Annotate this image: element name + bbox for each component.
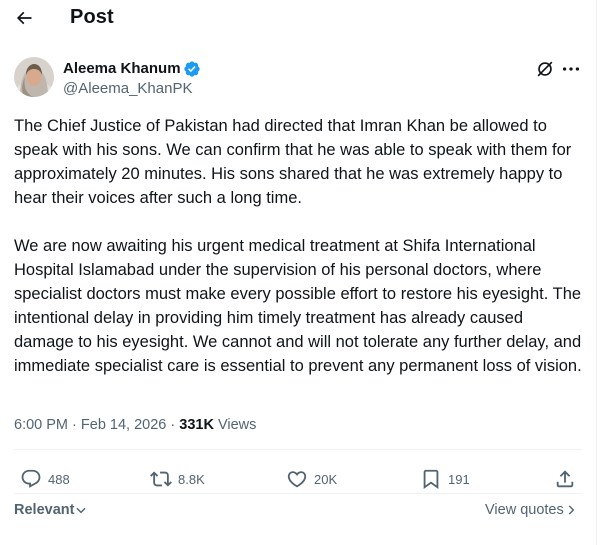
repost-count: 8.8K bbox=[178, 471, 205, 487]
author-handle[interactable]: @Aleema_KhanPK bbox=[63, 80, 192, 97]
author-name[interactable]: Aleema Khanum bbox=[63, 60, 181, 77]
grok-icon[interactable] bbox=[534, 58, 556, 80]
avatar-image bbox=[14, 57, 54, 97]
verified-badge-icon bbox=[184, 61, 200, 77]
page-title: Post bbox=[70, 6, 114, 28]
column-border bbox=[596, 0, 597, 545]
repost-icon bbox=[150, 471, 172, 487]
more-icon[interactable] bbox=[560, 58, 582, 80]
view-quotes-link[interactable]: View quotes bbox=[485, 502, 578, 518]
back-button[interactable] bbox=[8, 2, 40, 34]
sort-replies-button[interactable]: Relevant bbox=[14, 502, 88, 518]
post-meta: 6:00 PM · Feb 14, 2026 · 331K Views bbox=[14, 417, 256, 433]
like-icon bbox=[287, 471, 307, 488]
views-label: Views bbox=[217, 417, 257, 433]
bookmark-button[interactable]: 191 bbox=[420, 467, 470, 491]
post-date[interactable]: Feb 14, 2026 bbox=[81, 417, 166, 433]
post-time[interactable]: 6:00 PM bbox=[14, 417, 68, 433]
avatar[interactable] bbox=[14, 57, 54, 97]
share-button[interactable] bbox=[554, 467, 576, 491]
divider bbox=[14, 449, 582, 450]
like-count: 20K bbox=[314, 471, 338, 487]
reply-count: 488 bbox=[48, 471, 70, 487]
sort-label: Relevant bbox=[14, 502, 75, 518]
divider bbox=[14, 493, 582, 494]
post-header: Post bbox=[0, 0, 596, 40]
tweet-paragraph: We are now awaiting his urgent medical t… bbox=[14, 237, 582, 375]
reply-button[interactable]: 488 bbox=[20, 467, 70, 491]
meta-separator: · bbox=[170, 417, 176, 433]
like-button[interactable]: 20K bbox=[286, 467, 337, 491]
bookmark-count: 191 bbox=[448, 471, 470, 487]
repost-button[interactable]: 8.8K bbox=[150, 467, 205, 491]
back-arrow-icon bbox=[16, 11, 32, 25]
share-icon bbox=[556, 470, 574, 488]
tweet-paragraph: The Chief Justice of Pakistan had direct… bbox=[14, 117, 572, 207]
chevron-right-icon bbox=[568, 505, 575, 515]
meta-separator: · bbox=[72, 417, 77, 433]
reply-icon bbox=[21, 469, 41, 488]
views-count[interactable]: 331K bbox=[179, 417, 214, 433]
tweet-text: The Chief Justice of Pakistan had direct… bbox=[14, 114, 586, 378]
bookmark-icon bbox=[423, 469, 439, 490]
view-quotes-label: View quotes bbox=[485, 502, 564, 518]
chevron-down-icon bbox=[76, 507, 87, 514]
